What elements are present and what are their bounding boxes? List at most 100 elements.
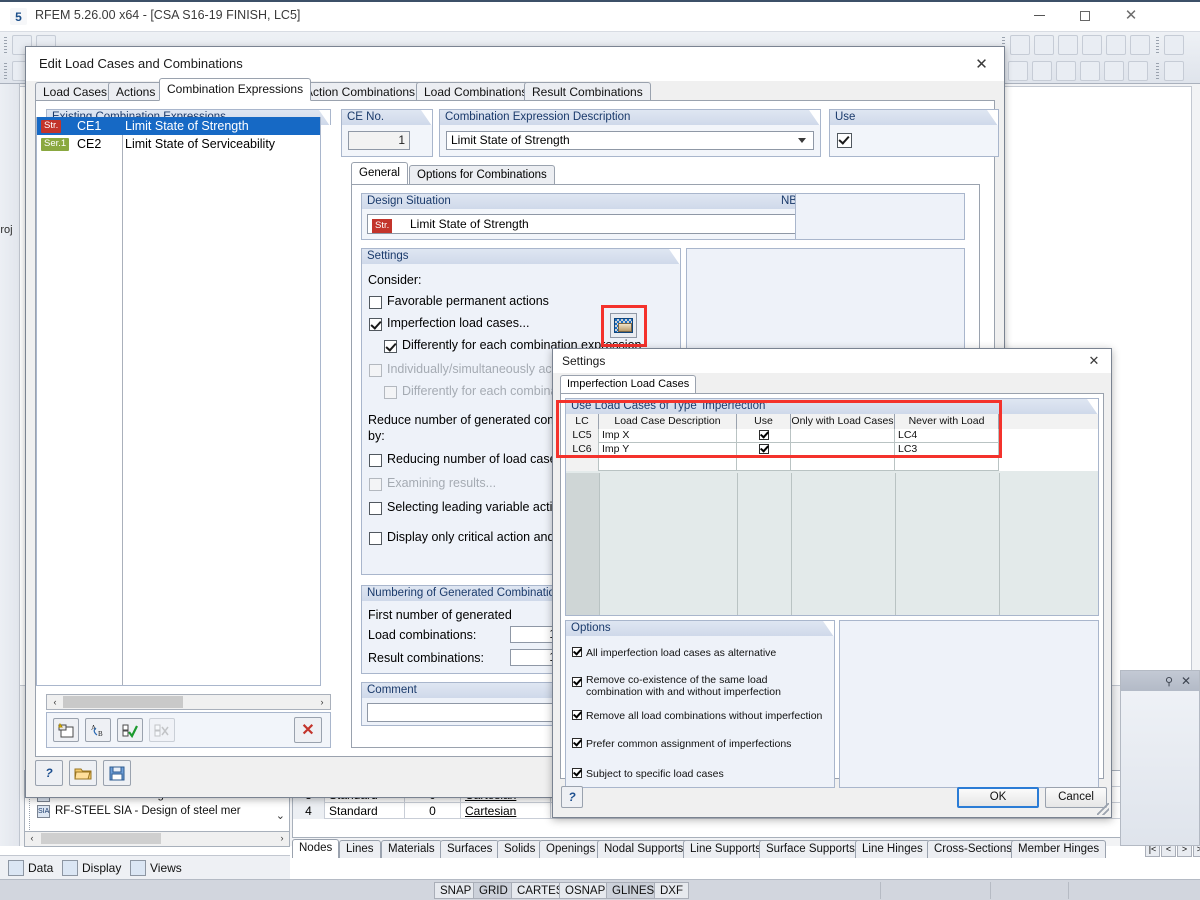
use-checkbox[interactable]: [837, 133, 852, 148]
sheet-tab-materials[interactable]: Materials: [381, 840, 442, 858]
sheet-tab-line-hinges[interactable]: Line Hinges: [855, 840, 930, 858]
ce-no-input[interactable]: 1: [348, 131, 410, 150]
toolbar-icon-clipboard[interactable]: [1130, 35, 1150, 55]
toolbar-icon-render[interactable]: [1164, 35, 1184, 55]
list-item[interactable]: Str. CE1 Limit State of Strength: [37, 117, 320, 135]
tab-general[interactable]: General: [351, 162, 408, 184]
tab-imperfection-load-cases[interactable]: Imperfection Load Cases: [560, 375, 696, 393]
toolbar-icon-mirror[interactable]: [1058, 35, 1078, 55]
scroll-left-icon[interactable]: ‹: [25, 832, 39, 845]
combination-expressions-list[interactable]: Str. CE1 Limit State of Strength Ser.1 C…: [36, 117, 321, 686]
tab-load-combinations[interactable]: Load Combinations: [416, 82, 535, 101]
new-combination-expression-button[interactable]: [53, 718, 79, 742]
use-checkbox[interactable]: [759, 430, 769, 440]
scroll-right-icon[interactable]: ›: [315, 695, 329, 709]
tab-result-combinations[interactable]: Result Combinations: [524, 82, 651, 101]
toolbar-icon-intersect[interactable]: [1082, 35, 1102, 55]
close-icon[interactable]: ✕: [1181, 674, 1191, 688]
toolbar-icon-support[interactable]: [1080, 61, 1100, 81]
table-row-empty[interactable]: [566, 457, 1098, 471]
toolbar-icon-info[interactable]: [1106, 35, 1126, 55]
cell-use[interactable]: [737, 443, 791, 457]
description-combobox[interactable]: Limit State of Strength: [446, 131, 814, 150]
differently-for-each-ce-2-checkbox[interactable]: [384, 386, 397, 399]
status-dxf[interactable]: DXF: [654, 882, 689, 899]
toolbar-icon-grid[interactable]: [1128, 61, 1148, 81]
help-button[interactable]: ?: [35, 760, 63, 786]
scroll-thumb[interactable]: [41, 833, 161, 844]
favorable-permanent-actions-checkbox[interactable]: [369, 296, 382, 309]
individual-simultaneous-checkbox[interactable]: [369, 364, 382, 377]
tab-options-for-combinations[interactable]: Options for Combinations: [409, 165, 555, 184]
maximize-icon[interactable]: [1062, 0, 1108, 31]
help-button[interactable]: ?: [561, 786, 583, 808]
remove-coexistence-checkbox[interactable]: [572, 677, 582, 687]
open-button[interactable]: [69, 760, 97, 786]
delete-button[interactable]: ✕: [294, 717, 322, 743]
status-glines[interactable]: GLINES: [606, 882, 660, 899]
all-imperfection-as-alternative-checkbox[interactable]: [572, 647, 582, 657]
selecting-leading-variable-actions-checkbox[interactable]: [369, 502, 382, 515]
tab-action-combinations[interactable]: Action Combinations: [297, 82, 423, 101]
bottom-tab-data[interactable]: Data: [8, 859, 53, 877]
subject-to-specific-load-cases-checkbox[interactable]: [572, 768, 582, 778]
differently-for-each-ce-checkbox[interactable]: [384, 340, 397, 353]
list-item[interactable]: Ser.1 CE2 Limit State of Serviceability: [37, 135, 320, 153]
bottom-tab-display[interactable]: Display: [62, 859, 121, 877]
imperfection-load-cases-grid[interactable]: LC Load Case Description Use Only with L…: [565, 414, 1099, 616]
tree-item[interactable]: SIA RF-STEEL SIA - Design of steel mer: [25, 803, 289, 819]
scroll-right-icon[interactable]: ›: [275, 832, 289, 845]
table-row[interactable]: LC6 Imp Y LC3: [566, 443, 1098, 457]
toolbar-icon-measure[interactable]: [1010, 35, 1030, 55]
sheet-tab-nodes[interactable]: Nodes: [292, 839, 339, 858]
sheet-tab-solids[interactable]: Solids: [497, 840, 542, 858]
tab-actions[interactable]: Actions: [108, 82, 163, 101]
pin-icon[interactable]: ⚲: [1165, 675, 1173, 688]
sheet-tab-nodal-supports[interactable]: Nodal Supports: [597, 840, 690, 858]
remove-all-without-imperfection-checkbox[interactable]: [572, 710, 582, 720]
toolbar-icon-hinge[interactable]: [1104, 61, 1124, 81]
scroll-left-icon[interactable]: ‹: [48, 695, 62, 709]
examining-results-checkbox[interactable]: [369, 478, 382, 491]
imperfection-settings-button[interactable]: [610, 313, 637, 338]
sheet-tab-lines[interactable]: Lines: [339, 840, 381, 858]
chevron-down-icon[interactable]: [798, 138, 806, 143]
table-row[interactable]: LC5 Imp X LC4: [566, 429, 1098, 443]
toolbar-icon-result[interactable]: [1164, 61, 1184, 81]
status-grid[interactable]: GRID: [473, 882, 514, 899]
cell-use[interactable]: [737, 457, 791, 471]
comment-input[interactable]: [367, 703, 580, 722]
sheet-tab-surface-supports[interactable]: Surface Supports: [759, 840, 862, 858]
close-icon[interactable]: ✕: [959, 47, 1004, 80]
minimize-icon[interactable]: [1016, 0, 1062, 31]
cell-use[interactable]: [737, 429, 791, 443]
sheet-tab-openings[interactable]: Openings: [539, 840, 602, 858]
bottom-tab-views[interactable]: Views: [130, 859, 182, 877]
select-all-button[interactable]: [117, 718, 143, 742]
reducing-number-of-load-cases-checkbox[interactable]: [369, 454, 382, 467]
deselect-all-button[interactable]: [149, 718, 175, 742]
sheet-tab-line-supports[interactable]: Line Supports: [683, 840, 768, 858]
save-button[interactable]: [103, 760, 131, 786]
status-snap[interactable]: SNAP: [434, 882, 477, 899]
use-checkbox[interactable]: [759, 444, 769, 454]
toolbar-icon-rotate[interactable]: [1034, 35, 1054, 55]
close-icon[interactable]: ✕: [1108, 0, 1154, 31]
rename-button[interactable]: AB: [85, 718, 111, 742]
prefer-common-assignment-checkbox[interactable]: [572, 738, 582, 748]
close-icon[interactable]: ✕: [1083, 351, 1105, 371]
ok-button[interactable]: OK: [957, 787, 1039, 808]
tab-combination-expressions[interactable]: Combination Expressions: [159, 78, 311, 101]
toolbar-icon-solid[interactable]: [1056, 61, 1076, 81]
toolbar-icon-section[interactable]: [1008, 61, 1028, 81]
imperfection-load-cases-checkbox[interactable]: [369, 318, 382, 331]
chevron-down-icon[interactable]: ⌄: [276, 809, 285, 822]
sheet-tab-surfaces[interactable]: Surfaces: [440, 840, 499, 858]
display-only-critical-checkbox[interactable]: [369, 532, 382, 545]
design-situation-combobox[interactable]: Str. Limit State of Strength: [367, 214, 817, 234]
grid-empty-area[interactable]: [566, 473, 1098, 615]
status-osnap[interactable]: OSNAP: [559, 882, 611, 899]
resize-grip[interactable]: [1097, 803, 1109, 815]
sheet-tab-member-hinges[interactable]: Member Hinges: [1011, 840, 1106, 858]
sheet-tab-cross-sections[interactable]: Cross-Sections: [927, 840, 1019, 858]
